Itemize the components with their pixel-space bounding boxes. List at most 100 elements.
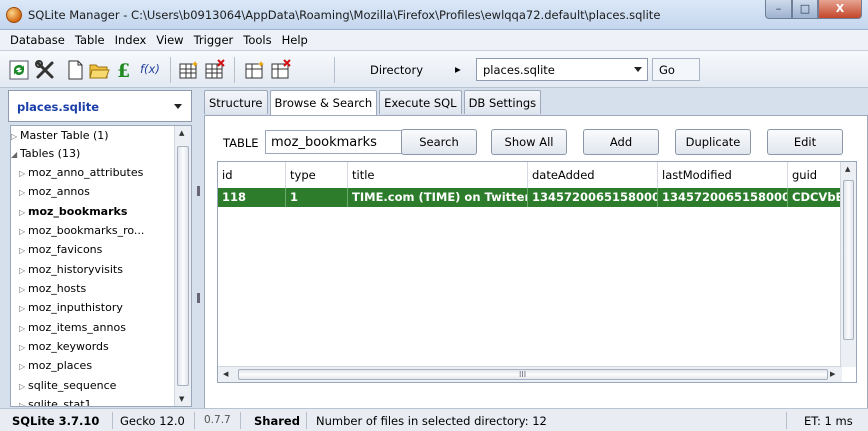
minimize-button[interactable]: –	[765, 0, 792, 19]
tree-scrollbar[interactable]: ▲ ▼	[174, 126, 191, 406]
expand-triangle-icon[interactable]: ▷	[19, 285, 28, 294]
expand-triangle-icon[interactable]: ▷	[19, 246, 28, 255]
create-function-icon[interactable]: £	[114, 59, 136, 81]
scroll-down-icon[interactable]: ▼	[179, 395, 184, 403]
status-separator	[306, 412, 307, 429]
tree-item-table[interactable]: ▷ moz_annos	[19, 183, 90, 201]
expand-triangle-icon[interactable]: ▷	[19, 382, 28, 391]
grid-vertical-scrollbar[interactable]: ▲	[840, 162, 856, 367]
tree-item-table[interactable]: ▷ moz_hosts	[19, 280, 86, 298]
menu-view[interactable]: View	[152, 30, 189, 50]
collapse-triangle-icon[interactable]: ◢	[11, 150, 20, 159]
expand-triangle-icon[interactable]: ▷	[19, 266, 28, 275]
close-button[interactable]: X	[818, 0, 862, 19]
panel-splitter[interactable]	[194, 88, 204, 408]
tab-db-settings[interactable]: DB Settings	[463, 90, 542, 114]
column-header-id[interactable]: id	[218, 162, 286, 188]
scroll-right-icon[interactable]: ▶	[830, 370, 835, 378]
tab-execute-sql[interactable]: Execute SQL	[379, 90, 462, 114]
scroll-up-icon[interactable]: ▲	[179, 129, 184, 137]
create-table-icon[interactable]	[178, 59, 200, 81]
grid-vscroll-thumb[interactable]	[843, 180, 854, 340]
tree-item-tables[interactable]: ◢ Tables (13)	[11, 145, 80, 163]
column-header-dateadded[interactable]: dateAdded	[528, 162, 658, 188]
cell-id[interactable]: 118	[218, 188, 286, 207]
tree-item-table[interactable]: ▷ moz_places	[19, 357, 92, 375]
scroll-up-icon[interactable]: ▲	[845, 165, 850, 173]
tree-item-table[interactable]: ▷ sqlite_sequence	[19, 377, 116, 395]
cell-title[interactable]: TIME.com (TIME) on Twitter	[348, 188, 528, 207]
tab-structure[interactable]: Structure	[204, 90, 268, 114]
column-header-title[interactable]: title	[348, 162, 528, 188]
tree-item-table[interactable]: ▷ moz_historyvisits	[19, 261, 123, 279]
maximize-button[interactable]: □	[792, 0, 818, 19]
table-row[interactable]: 118 1 TIME.com (TIME) on Twitter 1345720…	[218, 188, 842, 207]
tree-item-table[interactable]: ▷ moz_items_annos	[19, 319, 126, 337]
add-button[interactable]: Add	[583, 129, 659, 155]
duplicate-button[interactable]: Duplicate	[675, 129, 751, 155]
tree-item-table[interactable]: ▷ moz_inputhistory	[19, 299, 123, 317]
scroll-left-icon[interactable]: ◀	[223, 370, 228, 378]
tree-item-table[interactable]: ▷ sqlite_stat1	[19, 396, 92, 406]
drop-index-icon[interactable]	[270, 59, 292, 81]
expand-triangle-icon[interactable]: ▷	[19, 362, 28, 371]
tree-scroll-thumb[interactable]	[177, 146, 189, 386]
grid-hscroll-thumb[interactable]: III	[238, 369, 828, 380]
column-header-type[interactable]: type	[286, 162, 348, 188]
expand-triangle-icon[interactable]: ▷	[11, 132, 20, 141]
tree-item-table[interactable]: ▷ moz_favicons	[19, 241, 102, 259]
new-database-icon[interactable]	[64, 59, 86, 81]
status-separator	[240, 412, 241, 429]
expand-triangle-icon[interactable]: ▷	[19, 188, 28, 197]
go-button[interactable]: Go	[652, 58, 700, 81]
cell-type[interactable]: 1	[286, 188, 348, 207]
create-index-icon[interactable]	[244, 59, 266, 81]
gecko-version: Gecko 12.0	[120, 414, 185, 428]
cell-guid[interactable]: CDCVbBr	[788, 188, 842, 207]
tree-item-table[interactable]: ▷ moz_anno_attributes	[19, 164, 143, 182]
expand-triangle-icon[interactable]: ▷	[19, 227, 28, 236]
menu-database[interactable]: Database	[6, 30, 71, 50]
drop-table-icon[interactable]	[204, 59, 226, 81]
splitter-grip-icon[interactable]	[197, 293, 200, 303]
status-separator	[786, 412, 787, 429]
column-header-lastmodified[interactable]: lastModified	[658, 162, 788, 188]
directory-db-select[interactable]: places.sqlite	[476, 58, 648, 81]
menu-help[interactable]: Help	[278, 30, 314, 50]
expand-triangle-icon[interactable]: ▷	[19, 343, 28, 352]
directory-arrow-icon[interactable]: ▸	[455, 62, 461, 76]
expand-triangle-icon[interactable]: ▷	[19, 304, 28, 313]
column-header-guid[interactable]: guid	[788, 162, 842, 188]
expand-triangle-icon[interactable]: ▷	[19, 401, 28, 406]
menu-trigger[interactable]: Trigger	[190, 30, 240, 50]
show-all-button[interactable]: Show All	[491, 129, 567, 155]
svg-text:£: £	[117, 60, 130, 81]
tree-item-master-table[interactable]: ▷ Master Table (1)	[11, 127, 109, 145]
schema-tree[interactable]: ▷ Master Table (1) ◢ Tables (13) ▷ moz_anno…	[10, 125, 192, 407]
splitter-grip-icon[interactable]	[197, 186, 200, 196]
cell-dateadded[interactable]: 1345720065158000	[528, 188, 658, 207]
database-select[interactable]: places.sqlite	[8, 90, 192, 122]
tree-item-table[interactable]: ▷ moz_keywords	[19, 338, 109, 356]
tree-item-table-selected[interactable]: ▷ moz_bookmarks	[19, 203, 127, 221]
menu-index[interactable]: Index	[111, 30, 153, 50]
table-name-field[interactable]: moz_bookmarks	[265, 130, 403, 154]
fx-label[interactable]: f(x)	[140, 62, 160, 76]
reload-icon[interactable]	[8, 59, 30, 81]
menu-tools[interactable]: Tools	[239, 30, 277, 50]
menu-table[interactable]: Table	[71, 30, 111, 50]
tab-strip: Structure Browse & Search Execute SQL DB…	[204, 90, 543, 115]
tab-browse-search[interactable]: Browse & Search	[269, 90, 378, 115]
search-button[interactable]: Search	[401, 129, 477, 155]
grid-horizontal-scrollbar[interactable]: ◀ III ▶	[218, 366, 842, 382]
edit-button[interactable]: Edit	[767, 129, 843, 155]
expand-triangle-icon[interactable]: ▷	[19, 208, 28, 217]
open-database-icon[interactable]	[88, 59, 110, 81]
expand-triangle-icon[interactable]: ▷	[19, 169, 28, 178]
expand-triangle-icon[interactable]: ▷	[19, 324, 28, 333]
data-grid[interactable]: id type title dateAdded lastModified gui…	[217, 161, 857, 383]
cell-lastmodified[interactable]: 1345720065158000	[658, 188, 788, 207]
tree-item-table[interactable]: ▷ moz_bookmarks_ro...	[19, 222, 144, 240]
browse-panel: TABLE moz_bookmarks Search Show All Add …	[204, 115, 868, 410]
tools-icon[interactable]	[34, 59, 56, 81]
